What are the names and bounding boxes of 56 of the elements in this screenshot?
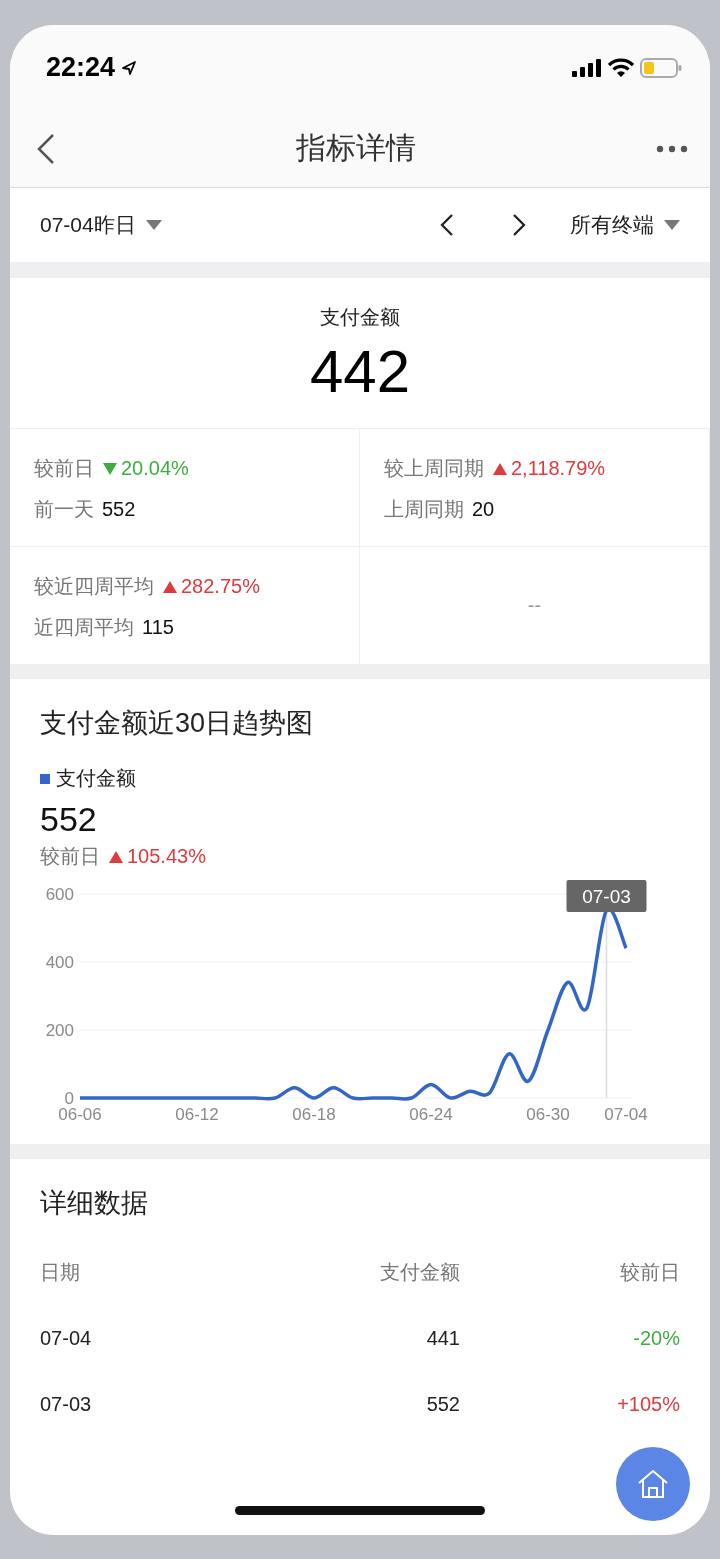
comparison-label: 较前日: [34, 456, 94, 481]
caret-down-icon: [145, 220, 162, 230]
more-dots-icon: [656, 144, 688, 153]
table-cell: -20%: [633, 1326, 680, 1350]
caret-down-icon: [664, 220, 680, 230]
x-axis-label: 06-24: [409, 1105, 453, 1124]
reference-value: 552: [102, 498, 136, 521]
y-axis-label: 400: [45, 953, 74, 972]
empty-value: --: [527, 594, 542, 617]
section-title: 详细数据: [40, 1187, 148, 1220]
table-cell: 552: [426, 1392, 460, 1416]
terminal-dropdown[interactable]: 所有终端: [570, 207, 680, 243]
table-cell: +105%: [617, 1392, 680, 1416]
reference-label: 前一天: [34, 497, 94, 522]
x-axis-label: 06-30: [526, 1105, 570, 1124]
tooltip-label: 07-03: [582, 886, 631, 907]
battery-icon: [640, 56, 682, 79]
column-header: 支付金额: [380, 1259, 460, 1285]
page-title: 指标详情: [296, 130, 416, 166]
change-percent: 20.04%: [121, 457, 189, 480]
wifi-icon: [608, 57, 634, 78]
change-percent: 282.75%: [181, 575, 260, 598]
chevron-right-icon: [512, 213, 526, 237]
y-axis-label: 200: [45, 1021, 74, 1040]
x-axis-label: 06-06: [58, 1105, 102, 1124]
column-header: 较前日: [620, 1259, 680, 1285]
trend-value: 552: [40, 800, 97, 839]
metric-value: 442: [309, 337, 411, 406]
reference-value: 115: [142, 616, 174, 639]
x-axis-label: 06-12: [175, 1105, 219, 1124]
status-time: 22:24: [46, 52, 116, 83]
table-cell: 07-03: [40, 1392, 92, 1416]
x-axis-label: 06-18: [292, 1105, 336, 1124]
reference-label: 近四周平均: [34, 615, 134, 640]
change-percent: 2,118.79%: [511, 457, 606, 480]
reference-value: 20: [472, 498, 495, 521]
location-arrow-icon: [121, 59, 138, 76]
metric-title: 支付金额: [320, 305, 400, 330]
table-cell: 07-04: [40, 1326, 92, 1350]
chevron-left-icon: [36, 132, 56, 165]
comparison-label: 较近四周平均: [34, 574, 154, 599]
x-axis-label: 07-04: [604, 1105, 648, 1124]
date-dropdown[interactable]: 07-04昨日: [40, 207, 162, 243]
table-cell: 441: [426, 1326, 460, 1350]
chart-title: 支付金额近30日趋势图: [40, 707, 314, 740]
y-axis-label: 600: [45, 885, 74, 904]
comparison-label: 较上周同期: [384, 456, 484, 481]
legend-label: 支付金额: [56, 766, 136, 791]
change-percent: 105.43%: [127, 845, 206, 868]
signal-icon: [572, 58, 602, 77]
comparison-label: 较前日: [40, 844, 100, 869]
y-axis-label: 0: [64, 1089, 74, 1108]
chevron-left-icon: [440, 213, 454, 237]
home-icon: [636, 1469, 670, 1499]
reference-label: 上周同期: [384, 497, 464, 522]
column-header: 日期: [40, 1259, 80, 1285]
